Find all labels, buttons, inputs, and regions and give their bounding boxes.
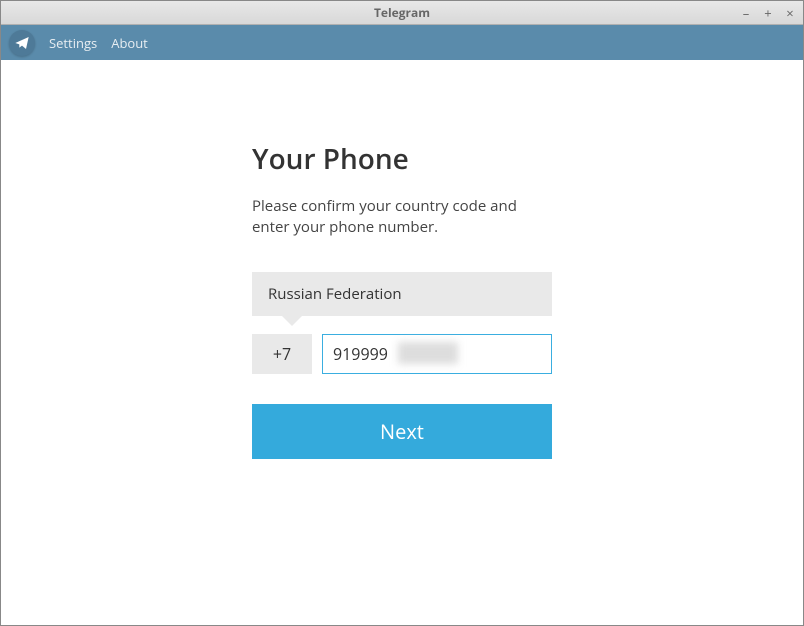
phone-input-wrap: [322, 334, 552, 374]
dropdown-pointer-icon: [282, 316, 302, 326]
country-code-value: +7: [273, 343, 291, 365]
next-button-label: Next: [380, 418, 424, 445]
content-area: Your Phone Please confirm your country c…: [1, 60, 803, 625]
window-controls: – + ×: [739, 1, 797, 24]
country-select[interactable]: Russian Federation: [252, 272, 552, 316]
login-form: Your Phone Please confirm your country c…: [252, 140, 552, 625]
titlebar[interactable]: Telegram – + ×: [1, 1, 803, 25]
instructions-text: Please confirm your country code and ent…: [252, 196, 552, 238]
country-code-field[interactable]: +7: [252, 334, 312, 374]
menu-about[interactable]: About: [111, 34, 148, 52]
country-label: Russian Federation: [268, 284, 402, 304]
app-window: Telegram – + × Settings About Your Phone…: [0, 0, 804, 626]
page-title: Your Phone: [252, 140, 552, 178]
close-button[interactable]: ×: [783, 4, 797, 22]
minimize-button[interactable]: –: [739, 4, 753, 22]
phone-number-input[interactable]: [322, 334, 552, 374]
phone-row: +7: [252, 334, 552, 374]
menu-settings[interactable]: Settings: [49, 34, 97, 52]
maximize-button[interactable]: +: [761, 4, 775, 22]
telegram-icon: [9, 30, 35, 56]
paper-plane-icon: [14, 35, 30, 51]
menubar: Settings About: [1, 25, 803, 60]
window-title: Telegram: [1, 4, 803, 21]
next-button[interactable]: Next: [252, 404, 552, 459]
